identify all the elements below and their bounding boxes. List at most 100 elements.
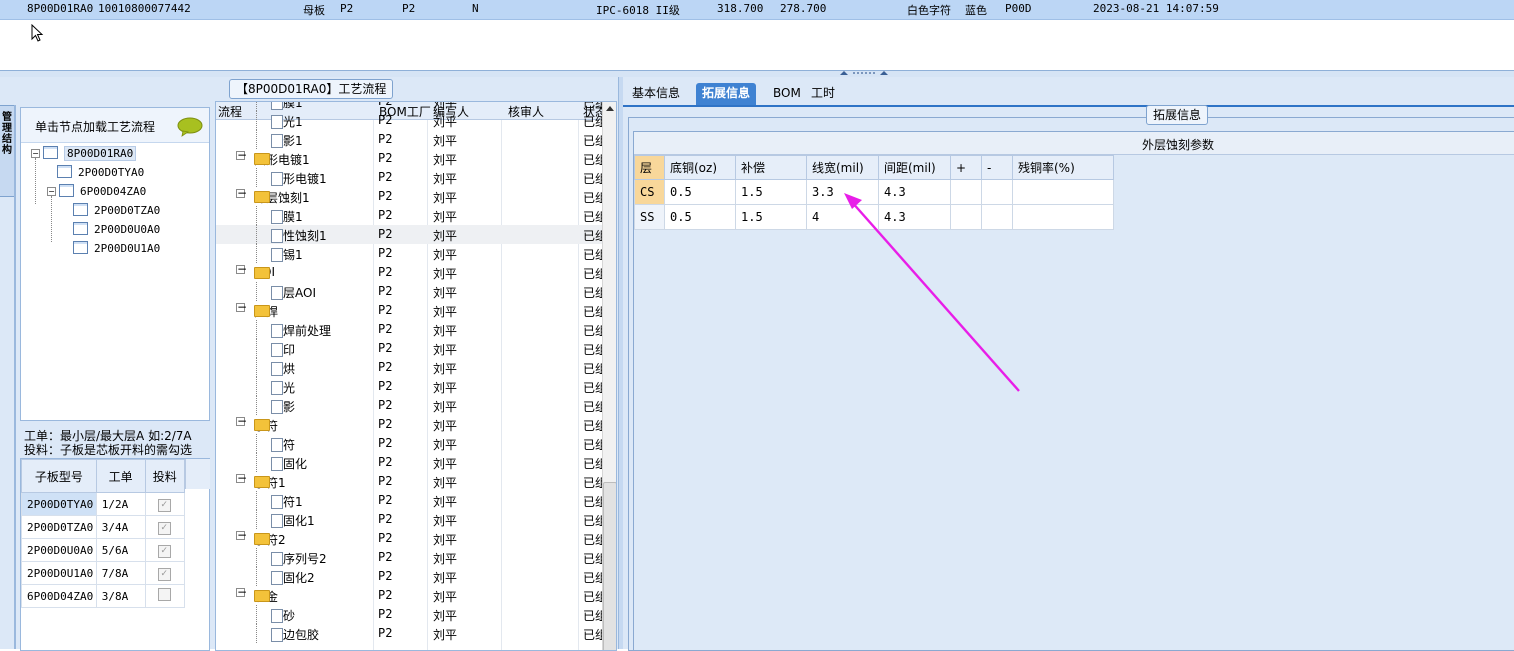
process-row[interactable]: 退锡1 P2 刘平 已组 [216,244,602,263]
layer-cell[interactable]: CS [634,179,665,205]
sub-model-cell[interactable]: 2P00D0U0A0 [21,538,97,562]
management-structure-tab[interactable]: 管理结构 [0,105,15,197]
collapse-icon[interactable]: − [236,187,247,199]
order-cell[interactable]: 3/8A [95,584,146,608]
process-row[interactable]: 预烘 P2 刘平 已组 [216,358,602,377]
col-minus[interactable]: - [981,155,1013,180]
table-row[interactable]: 6P00D04ZA0 3/8A [21,584,186,608]
spacing-cell[interactable]: 4.3 [878,179,951,205]
col-plus[interactable]: + [950,155,982,180]
process-row[interactable]: 外层AOI P2 刘平 已组 [216,282,602,301]
process-row[interactable]: 曝光1 P2 刘平 已组 [216,111,602,130]
collapse-icon[interactable]: − [236,415,247,427]
col-feed[interactable]: 投料 [144,459,186,493]
process-row[interactable]: 终固化 P2 刘平 已组 [216,453,602,472]
process-scrollbar-thumb[interactable] [603,482,616,650]
compensation-cell[interactable]: 1.5 [735,179,807,205]
collapse-icon[interactable]: − [236,472,247,484]
residual-copper-cell[interactable] [1012,204,1114,230]
sub-model-cell[interactable]: 6P00D04ZA0 [21,584,97,608]
top-data-row[interactable]: 8P00D01RA0 10010800077442 母板 P2 P2 N IPC-6018 … [0,0,1514,20]
table-row[interactable]: CS 0.5 1.5 3.3 4.3 [634,179,1114,205]
table-row[interactable]: 2P00D0U0A0 5/6A ✓ [21,538,186,562]
process-row[interactable]: 贴膜1 P2 刘平 已组 [216,102,602,111]
process-row[interactable]: 丝印 P2 刘平 已组 [216,339,602,358]
process-row[interactable]: 图形电镀1 P2 刘平 已组 [216,168,602,187]
process-row[interactable]: 阻焊前处理 P2 刘平 已组 [216,320,602,339]
scroll-up-arrow-icon[interactable] [603,102,617,114]
minus-cell[interactable] [981,179,1013,205]
process-row[interactable]: 终固化1 P2 刘平 已组 [216,510,602,529]
tree-node[interactable]: − 6P00D04ZA0 [47,184,146,198]
tab-basic-info[interactable]: 基本信息 [626,83,686,105]
process-row[interactable]: −字符2 P2 刘平 已组 [216,529,602,548]
feed-checkbox[interactable]: ✓ [157,498,171,512]
table-row[interactable]: 2P00D0TYA0 1/2A ✓ [21,492,186,516]
tree-node[interactable]: 2P00D0TYA0 [57,165,144,179]
plus-cell[interactable] [950,204,982,230]
sub-model-cell[interactable]: 2P00D0TYA0 [21,492,97,516]
order-cell[interactable]: 7/8A [95,561,146,585]
line-width-cell[interactable]: 4 [806,204,879,230]
col-order[interactable]: 工单 [95,459,146,493]
line-width-cell[interactable]: 3.3 [806,179,879,205]
spacing-cell[interactable]: 4.3 [878,204,951,230]
process-row[interactable]: −沉金 P2 刘平 已组 [216,586,602,605]
sub-model-cell[interactable]: 2P00D0U1A0 [21,561,97,585]
tree-node[interactable]: 2P00D0TZA0 [73,203,160,217]
tab-work-hours[interactable]: 工时 [805,83,841,105]
feed-checkbox[interactable]: ✓ [157,567,171,581]
minus-cell[interactable] [981,204,1013,230]
process-row[interactable]: 碱性蚀刻1 P2 刘平 已组 [216,225,602,244]
process-row[interactable]: 喷砂 P2 刘平 已组 [216,605,602,624]
sub-model-cell[interactable]: 2P00D0TZA0 [21,515,97,539]
process-row[interactable]: −图形电镀1 P2 刘平 已组 [216,149,602,168]
layer-cell[interactable]: SS [634,204,665,230]
tab-extended-info[interactable]: 拓展信息 [696,83,757,105]
col-residual-copper[interactable]: 残铜率(%) [1012,155,1114,180]
col-layer[interactable]: 层 [634,155,665,180]
process-row[interactable]: 印序列号2 P2 刘平 已组 [216,548,602,567]
collapse-icon[interactable]: − [236,586,247,598]
collapse-icon[interactable]: − [31,149,40,158]
tree-node[interactable]: 2P00D0U1A0 [73,241,160,255]
collapse-icon[interactable]: − [236,263,247,275]
col-spacing[interactable]: 间距(mil) [878,155,951,180]
process-row[interactable]: 终固化2 P2 刘平 已组 [216,567,602,586]
process-row[interactable]: −外层蚀刻1 P2 刘平 已组 [216,187,602,206]
process-row[interactable]: −阻焊 P2 刘平 已组 [216,301,602,320]
collapse-icon[interactable]: − [236,149,247,161]
feed-checkbox[interactable]: ✓ [157,544,171,558]
compensation-cell[interactable]: 1.5 [735,204,807,230]
col-line-width[interactable]: 线宽(mil) [806,155,879,180]
process-row[interactable]: 板边包胶 P2 刘平 已组 [216,624,602,643]
residual-copper-cell[interactable] [1012,179,1114,205]
process-row[interactable]: −字符1 P2 刘平 已组 [216,472,602,491]
col-sub-model[interactable]: 子板型号 [21,459,97,493]
tab-bom[interactable]: BOM [767,83,807,105]
process-row[interactable]: 曝光 P2 刘平 已组 [216,377,602,396]
col-compensation[interactable]: 补偿 [735,155,807,180]
order-cell[interactable]: 1/2A [95,492,146,516]
collapse-icon[interactable]: − [236,529,247,541]
order-cell[interactable]: 3/4A [95,515,146,539]
feed-checkbox[interactable] [157,588,171,601]
process-row[interactable]: 字符 P2 刘平 已组 [216,434,602,453]
process-row[interactable]: 退膜1 P2 刘平 已组 [216,206,602,225]
plus-cell[interactable] [950,179,982,205]
tree-node[interactable]: − 8P00D01RA0 [31,146,137,161]
collapse-icon[interactable]: − [47,187,56,196]
table-row[interactable]: 2P00D0TZA0 3/4A ✓ [21,515,186,539]
order-cell[interactable]: 5/6A [95,538,146,562]
process-row[interactable]: 显影1 P2 刘平 已组 [216,130,602,149]
speech-bubble-icon[interactable] [177,117,203,137]
process-row[interactable]: 显影 P2 刘平 已组 [216,396,602,415]
feed-checkbox[interactable]: ✓ [157,521,171,535]
col-base-copper[interactable]: 底铜(oz) [664,155,736,180]
process-row[interactable]: 字符1 P2 刘平 已组 [216,491,602,510]
table-row[interactable]: 2P00D0U1A0 7/8A ✓ [21,561,186,585]
base-copper-cell[interactable]: 0.5 [664,204,736,230]
process-row[interactable]: −字符 P2 刘平 已组 [216,415,602,434]
tree-node[interactable]: 2P00D0U0A0 [73,222,160,236]
table-row[interactable]: SS 0.5 1.5 4 4.3 [634,204,1114,230]
